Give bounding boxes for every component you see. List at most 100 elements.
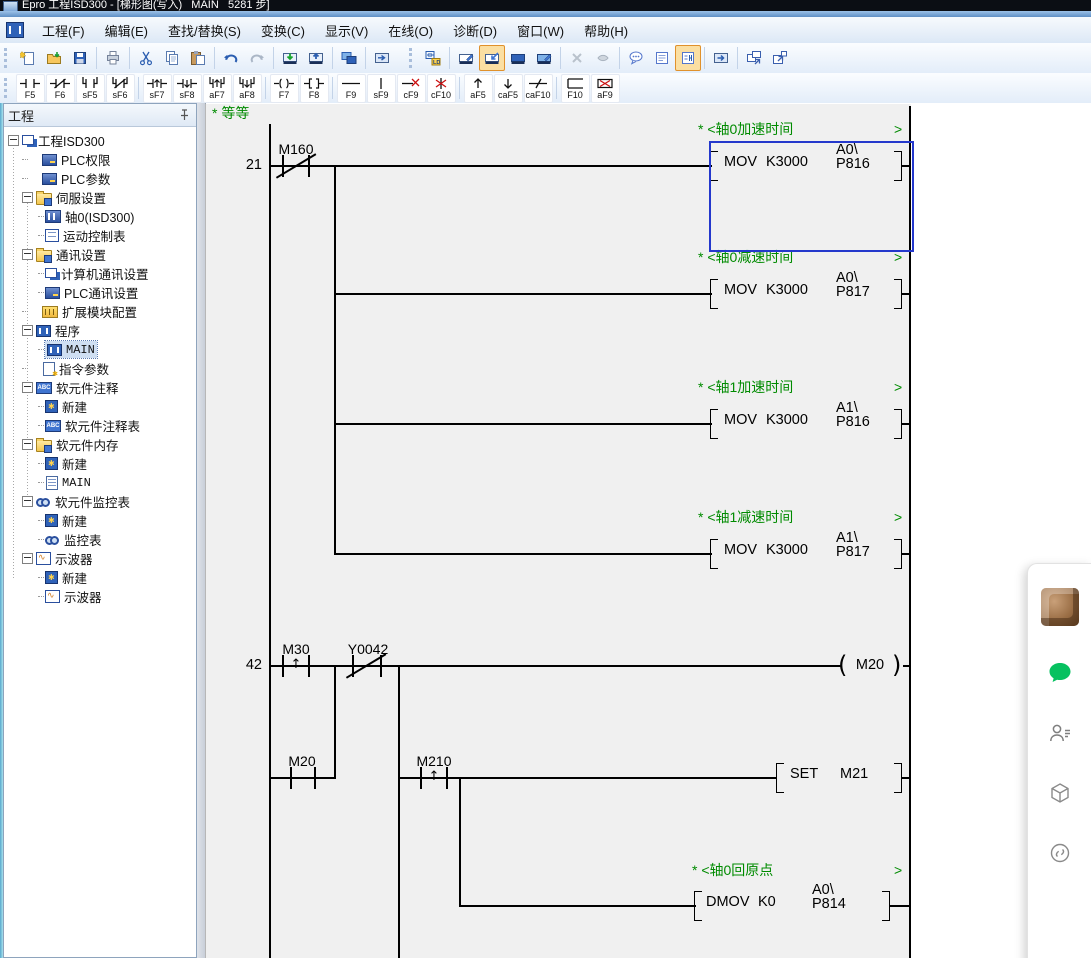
contacts-icon[interactable]: [1047, 720, 1073, 746]
selection-rectangle[interactable]: [709, 141, 914, 252]
tree-item-device-comment[interactable]: ABC软元件注释: [4, 378, 196, 397]
monitor-mode-button[interactable]: [336, 45, 362, 71]
ladder-header-comment[interactable]: * 等等: [212, 106, 249, 121]
instruction-dest[interactable]: P817: [836, 286, 870, 299]
tree-item-comm-settings[interactable]: 通讯设置: [4, 245, 196, 264]
ladder-tool-delete-vertical-line[interactable]: cF10: [427, 74, 456, 103]
redo-button[interactable]: [244, 45, 270, 71]
instruction-source[interactable]: K3000: [766, 284, 808, 297]
ladder-tool-or-open-contact[interactable]: sF5: [76, 74, 105, 103]
tree-item-device-comment-table[interactable]: ABC软元件注释表: [4, 416, 196, 435]
ladder-tool-falling-pulse[interactable]: sF8: [173, 74, 202, 103]
menu-diagnostics[interactable]: 诊断(D): [443, 17, 507, 44]
undo-button[interactable]: [218, 45, 244, 71]
ladder-tool-coil[interactable]: F7: [270, 74, 299, 103]
ladder-tool-or-falling-pulse[interactable]: aF8: [233, 74, 262, 103]
tree-item-new-watch[interactable]: 新建: [4, 511, 196, 530]
menu-find-replace[interactable]: 查找/替换(S): [158, 17, 251, 44]
ladder-editor[interactable]: * 等等 21 M160 * <轴0加速时间 > MOV K3000 A0\ P…: [205, 104, 911, 958]
menu-convert[interactable]: 变换(C): [251, 17, 315, 44]
tree-item-motion-control-table[interactable]: 运动控制表: [4, 226, 196, 245]
menu-project[interactable]: 工程(F): [32, 17, 95, 44]
transfer-setup-button[interactable]: [369, 45, 395, 71]
read-from-plc-button[interactable]: [303, 45, 329, 71]
tree-item-new-memory[interactable]: 新建: [4, 454, 196, 473]
ladder-tool-or-rising-pulse[interactable]: aF7: [203, 74, 232, 103]
ladder-tool-delete-rung[interactable]: aF9: [591, 74, 620, 103]
tree-item-program[interactable]: 程序: [4, 321, 196, 340]
chat-bubble-icon[interactable]: [1047, 660, 1073, 686]
miniprogram-cube-icon[interactable]: [1047, 780, 1073, 806]
tree-expander[interactable]: [22, 382, 33, 393]
contact-label[interactable]: M30: [268, 642, 324, 656]
ladder-tool-rising-pulse[interactable]: sF7: [143, 74, 172, 103]
monitor-start-button[interactable]: [505, 45, 531, 71]
program-read-button[interactable]: [479, 45, 505, 71]
cut-button[interactable]: [133, 45, 159, 71]
window-new-button[interactable]: [767, 45, 793, 71]
ladder-tool-horizontal-line[interactable]: F9: [337, 74, 366, 103]
connector-button-1[interactable]: [564, 45, 590, 71]
ladder-tool-delete-horizontal-line[interactable]: cF9: [397, 74, 426, 103]
rung-comment[interactable]: * <轴1减速时间: [698, 510, 793, 525]
contact-label[interactable]: M20: [274, 754, 330, 768]
toolbar-grip[interactable]: [4, 78, 10, 98]
tree-item-pc-comm-settings[interactable]: 计算机通讯设置: [4, 264, 196, 283]
instruction-opcode[interactable]: SET: [790, 768, 818, 781]
instruction-opcode[interactable]: MOV: [724, 284, 757, 297]
tree-expander[interactable]: [22, 553, 33, 564]
window-cascade-button[interactable]: [741, 45, 767, 71]
tree-item-new-comment[interactable]: 新建: [4, 397, 196, 416]
tree-item-scope[interactable]: 示波器: [4, 587, 196, 606]
coil-label[interactable]: M20: [848, 658, 892, 672]
tree-item-extension-module-config[interactable]: 扩展模块配置: [4, 302, 196, 321]
ladder-tool-or-closed-contact[interactable]: sF6: [106, 74, 135, 103]
instruction-opcode[interactable]: DMOV: [706, 896, 750, 909]
menu-view[interactable]: 显示(V): [315, 17, 378, 44]
write-to-plc-button[interactable]: [277, 45, 303, 71]
menu-help[interactable]: 帮助(H): [574, 17, 638, 44]
program-write-button[interactable]: [453, 45, 479, 71]
tree-item-plc-parameters[interactable]: PLC参数: [4, 169, 196, 188]
instruction-opcode[interactable]: MOV: [724, 414, 757, 427]
rung-comment[interactable]: * <轴0回原点: [692, 863, 773, 878]
avatar[interactable]: [1041, 588, 1079, 626]
menu-window[interactable]: 窗口(W): [507, 17, 574, 44]
ladder-tool-closed-contact[interactable]: F6: [46, 74, 75, 103]
save-project-button[interactable]: [67, 45, 93, 71]
ladder-tool-invert[interactable]: caF10: [524, 74, 553, 103]
device-comment-button[interactable]: [623, 45, 649, 71]
paste-button[interactable]: [185, 45, 211, 71]
ladder-tool-application-instruction[interactable]: F8: [300, 74, 329, 103]
instruction-dest[interactable]: M21: [840, 768, 868, 781]
tree-item-project-root[interactable]: 工程ISD300: [4, 131, 196, 150]
ladder-tool-vertical-line[interactable]: sF9: [367, 74, 396, 103]
link-icon[interactable]: [1047, 840, 1073, 866]
tree-expander[interactable]: [8, 135, 19, 146]
note-button[interactable]: [675, 45, 701, 71]
tree-item-new-scope[interactable]: 新建: [4, 568, 196, 587]
instruction-source[interactable]: K3000: [766, 414, 808, 427]
ladder-tool-arrow-up[interactable]: aF5: [464, 74, 493, 103]
contact-bar[interactable]: [380, 655, 382, 677]
instruction-source[interactable]: K3000: [766, 544, 808, 557]
tree-item-axis0[interactable]: 轴0(ISD300): [4, 207, 196, 226]
tree-item-device-memory[interactable]: 软元件内存: [4, 435, 196, 454]
ladder-tool-open-contact[interactable]: F5: [16, 74, 45, 103]
instruction-dest[interactable]: P816: [836, 416, 870, 429]
connector-button-2[interactable]: [590, 45, 616, 71]
pin-icon[interactable]: [176, 107, 192, 123]
menu-edit[interactable]: 编辑(E): [95, 17, 158, 44]
rung-comment[interactable]: * <轴0减速时间: [698, 250, 793, 265]
statement-button[interactable]: [649, 45, 675, 71]
copy-button[interactable]: [159, 45, 185, 71]
tree-item-plc-rights[interactable]: PLC权限: [4, 150, 196, 169]
tree-item-device-watch-tables[interactable]: 软元件监控表: [4, 492, 196, 511]
instruction-opcode[interactable]: MOV: [724, 544, 757, 557]
tree-expander[interactable]: [22, 249, 33, 260]
contact-label[interactable]: Y0042: [338, 642, 398, 656]
rung-comment[interactable]: * <轴0加速时间: [698, 122, 793, 137]
contact-label[interactable]: M210: [404, 754, 464, 768]
tree-item-instruction-parameters[interactable]: 指令参数: [4, 359, 196, 378]
tree-item-oscilloscope[interactable]: 示波器: [4, 549, 196, 568]
